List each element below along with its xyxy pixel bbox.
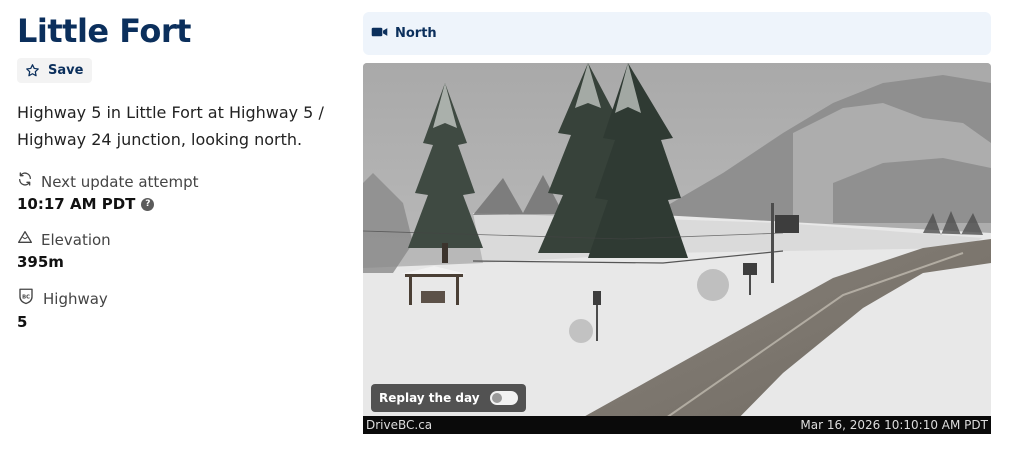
replay-the-day-control[interactable]: Replay the day <box>371 384 526 412</box>
help-icon[interactable]: ? <box>141 197 155 211</box>
next-update-label: Next update attempt <box>41 173 199 191</box>
webcam-source: DriveBC.ca <box>366 418 433 432</box>
next-update-value: 10:17 AM PDT <box>17 195 136 213</box>
elevation-label: Elevation <box>41 231 111 249</box>
star-outline-icon <box>25 63 40 78</box>
webcam-caption-bar: DriveBC.ca Mar 16, 2026 10:10:10 AM PDT <box>363 416 991 434</box>
webcam-snow-scene <box>363 63 991 434</box>
camera-direction-tabs: North <box>363 12 991 55</box>
tab-north[interactable]: North <box>371 22 437 46</box>
video-camera-icon <box>371 26 388 42</box>
highway-value: 5 <box>17 313 28 331</box>
save-button[interactable]: Save <box>17 58 93 83</box>
camera-details-panel: Little Fort Save Highway 5 in Little For… <box>17 10 347 347</box>
next-update-block: Next update attempt 10:17 AM PDT ? <box>17 171 347 215</box>
webcam-image[interactable]: Replay the day DriveBC.ca Mar 16, 2026 1… <box>363 63 991 434</box>
svg-text:BC: BC <box>22 294 30 300</box>
page-title: Little Fort <box>17 12 191 50</box>
mountain-icon <box>17 229 33 251</box>
highway-block: BC Highway 5 <box>17 287 347 333</box>
replay-label: Replay the day <box>379 391 480 405</box>
camera-info-list: Next update attempt 10:17 AM PDT ? Eleva… <box>17 171 347 333</box>
tab-north-label: North <box>395 26 437 41</box>
webcam-timestamp: Mar 16, 2026 10:10:10 AM PDT <box>800 418 988 432</box>
replay-toggle-switch[interactable] <box>489 391 518 405</box>
elevation-block: Elevation 395m <box>17 229 347 273</box>
camera-description: Highway 5 in Little Fort at Highway 5 / … <box>17 103 324 149</box>
save-button-label: Save <box>48 63 84 78</box>
highway-label: Highway <box>43 290 108 308</box>
elevation-value: 395m <box>17 253 64 271</box>
bc-shield-icon: BC <box>17 287 35 311</box>
refresh-icon <box>17 171 33 193</box>
